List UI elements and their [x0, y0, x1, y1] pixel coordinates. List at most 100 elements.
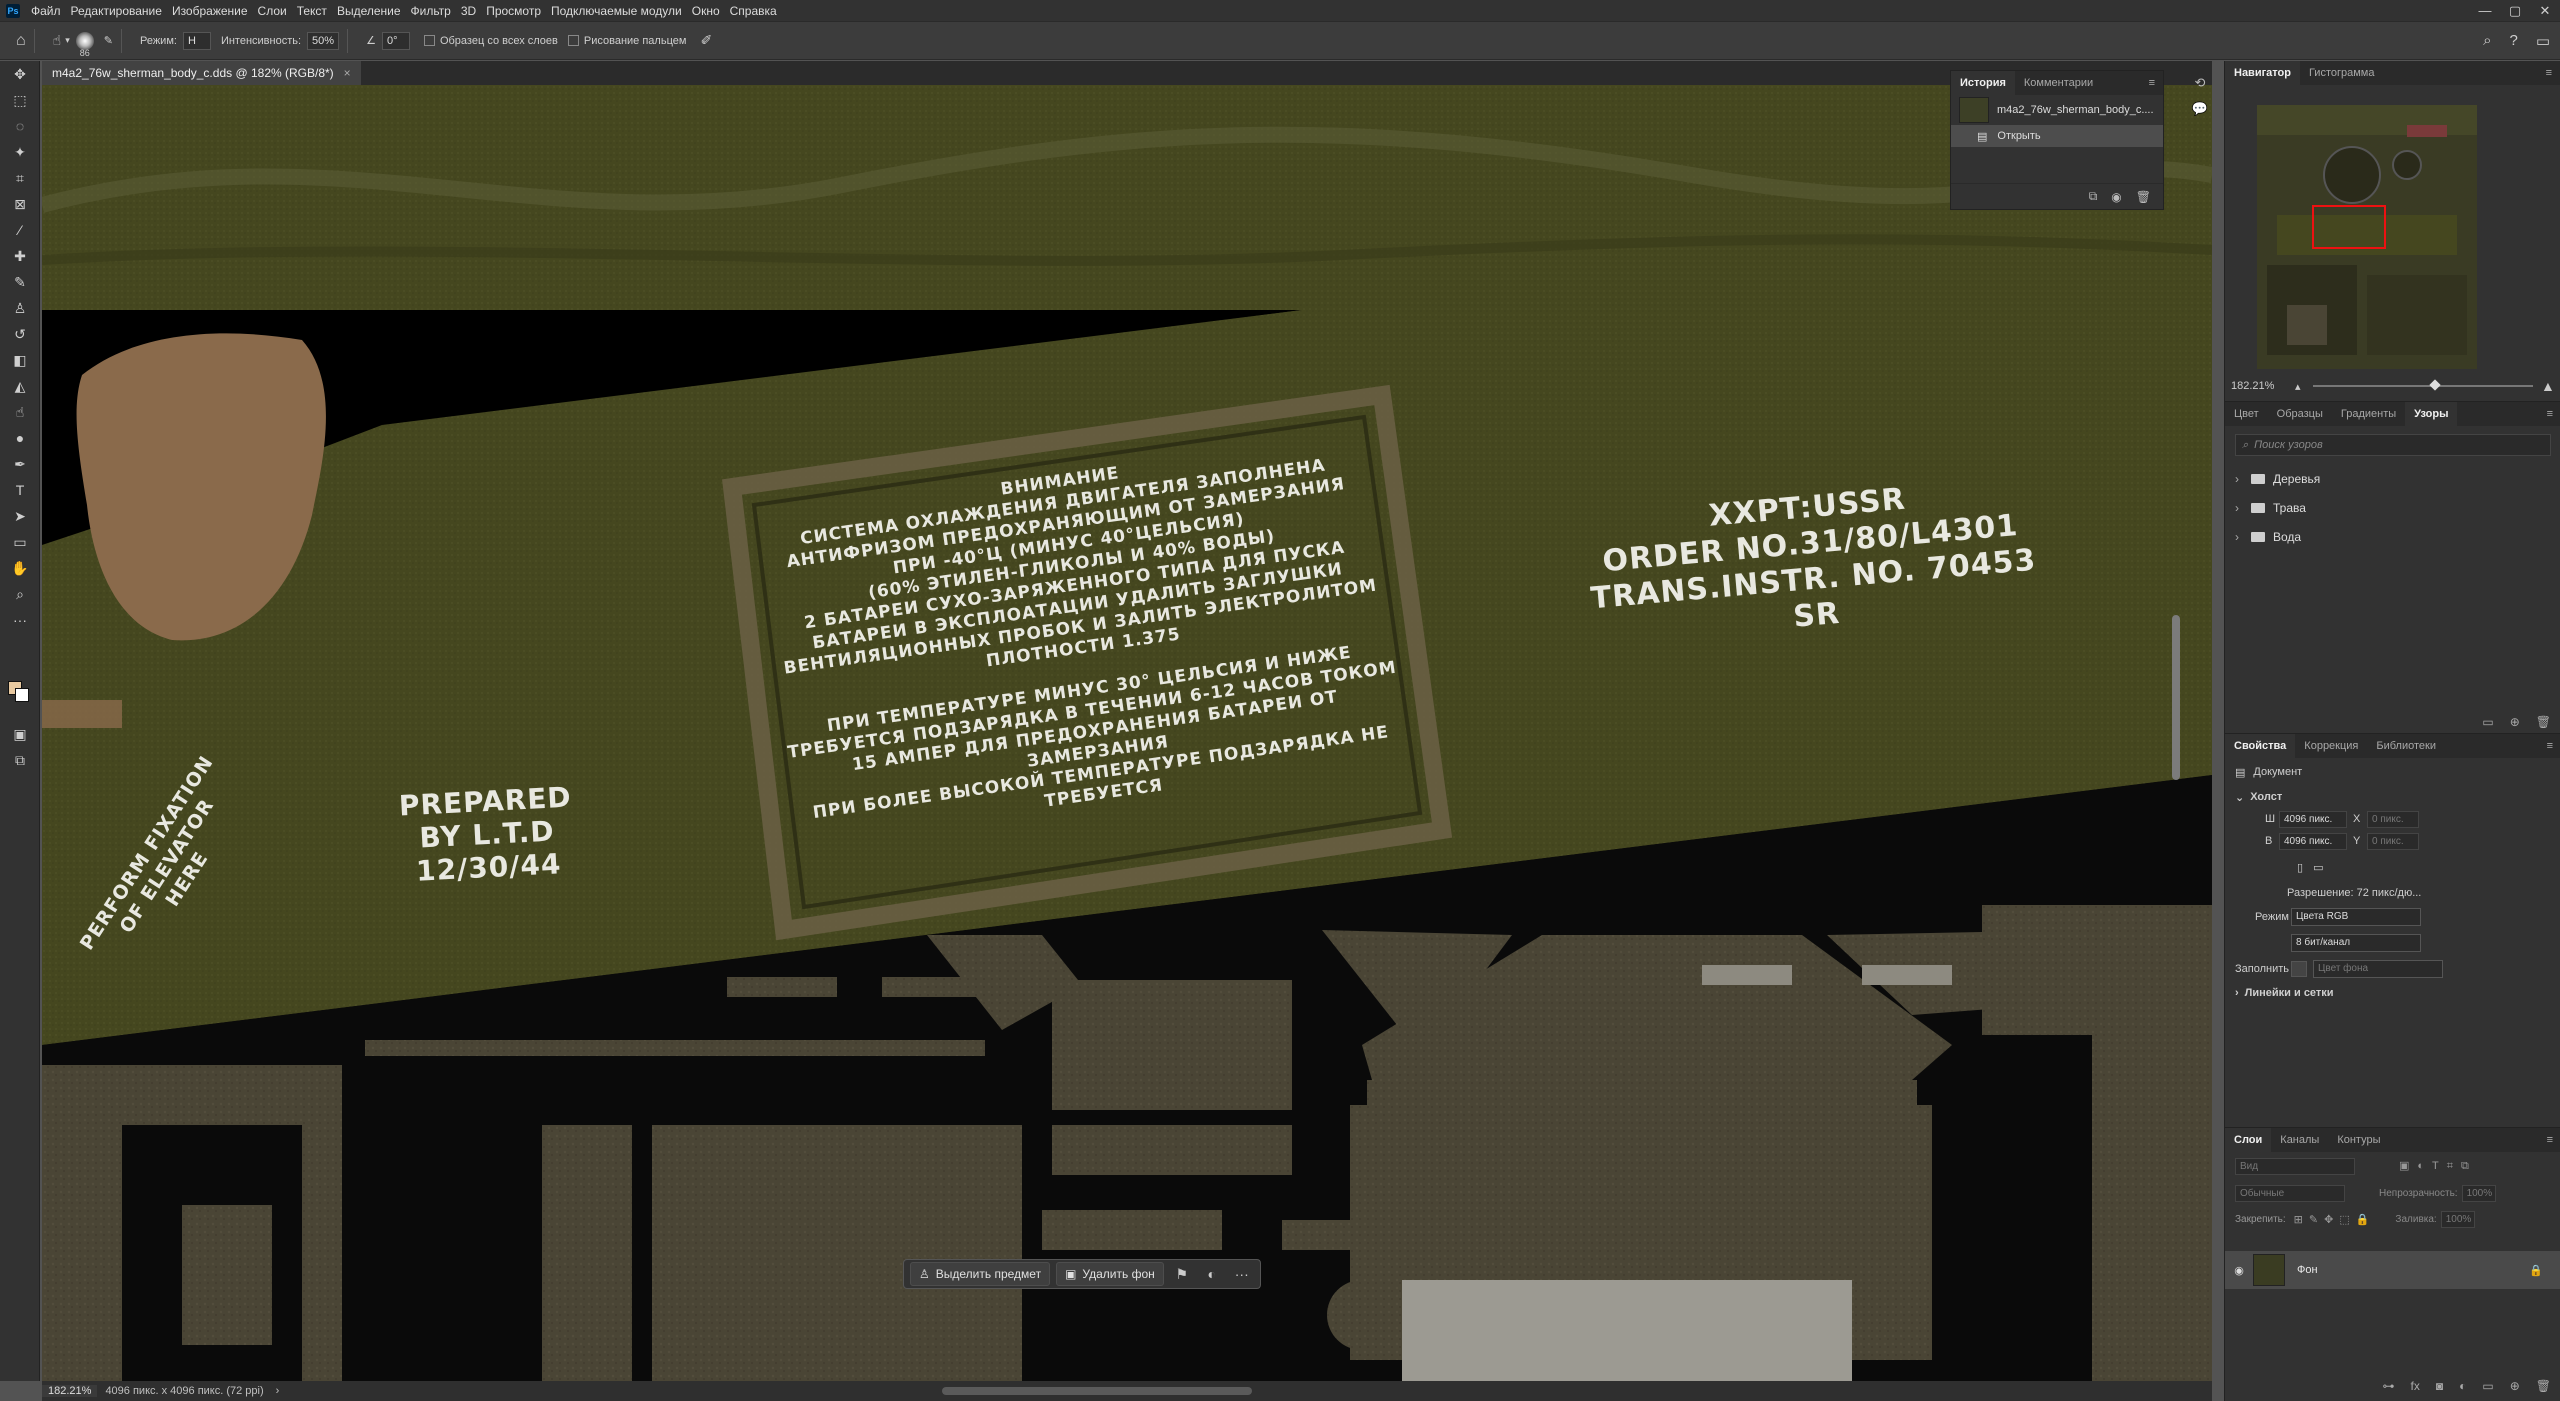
type-tool-icon[interactable]: T — [0, 477, 40, 503]
home-icon[interactable]: ⌂ — [16, 32, 26, 50]
close-icon[interactable]: × — [344, 61, 351, 85]
chevron-right-icon[interactable]: › — [2235, 501, 2247, 515]
document-tab[interactable]: m4a2_76w_sherman_body_c.dds @ 182% (RGB/… — [42, 61, 361, 85]
sample-all-checkbox[interactable] — [423, 35, 435, 46]
comments-panel-icon[interactable]: 💬 — [2188, 96, 2212, 122]
tab-histogram[interactable]: Гистограмма — [2300, 61, 2384, 85]
close-window-button[interactable]: ✕ — [2530, 0, 2560, 22]
pattern-folder-water[interactable]: › Вода — [2225, 522, 2560, 551]
maximize-button[interactable]: ▢ — [2500, 0, 2530, 22]
paint-bucket-tool-icon[interactable]: ◭ — [0, 373, 40, 399]
rectangle-tool-icon[interactable]: ▭ — [0, 529, 40, 555]
trash-icon[interactable]: 🗑 — [2536, 715, 2551, 729]
menu-window[interactable]: Окно — [687, 0, 725, 22]
menu-type[interactable]: Текст — [292, 0, 332, 22]
fx-icon[interactable]: fx — [2411, 1379, 2420, 1393]
history-panel-icon[interactable]: ⟲ — [2188, 70, 2212, 96]
tab-color[interactable]: Цвет — [2225, 402, 2268, 426]
finger-option[interactable]: Рисование пальцем — [567, 35, 686, 47]
crop-tool-icon[interactable]: ⌗ — [0, 165, 40, 191]
navigator-view-box[interactable] — [2312, 205, 2386, 249]
chevron-right-icon[interactable]: › — [2235, 530, 2247, 544]
document-canvas[interactable]: ВНИМАНИЕ СИСТЕМА ОХЛАЖДЕНИЯ ДВИГАТЕЛЯ ЗА… — [42, 85, 2212, 1381]
panel-menu-icon[interactable]: ≡ — [2539, 740, 2560, 752]
new-layer-icon[interactable]: ⊕ — [2510, 1379, 2520, 1393]
layer-background[interactable]: ◉ Фон 🔒 — [2225, 1251, 2560, 1289]
tab-gradients[interactable]: Градиенты — [2332, 402, 2405, 426]
lock-icon[interactable]: 🔒 — [2529, 1264, 2543, 1277]
menu-help[interactable]: Справка — [725, 0, 782, 22]
smudge-tool-icon[interactable]: ☝ — [53, 32, 62, 49]
quick-mask-icon[interactable]: ▣ — [0, 721, 40, 747]
tab-libraries[interactable]: Библиотеки — [2367, 734, 2445, 758]
chevron-right-icon[interactable]: › — [2235, 987, 2239, 999]
eraser-tool-icon[interactable]: ◧ — [0, 347, 40, 373]
panel-menu-icon[interactable]: ≡ — [2141, 77, 2163, 89]
x-field[interactable]: 0 пикс. — [2367, 810, 2419, 828]
chevron-down-icon[interactable]: ⌄ — [2235, 791, 2244, 804]
menu-image[interactable]: Изображение — [167, 0, 253, 22]
tab-layers[interactable]: Слои — [2225, 1128, 2272, 1152]
adjustment-layer-icon[interactable]: ◐ — [2459, 1379, 2466, 1393]
healing-brush-tool-icon[interactable]: ✚ — [0, 243, 40, 269]
brush-tool-icon[interactable]: ✎ — [0, 269, 40, 295]
pattern-folder-grass[interactable]: › Трава — [2225, 493, 2560, 522]
zoom-level[interactable]: 182.21% — [42, 1385, 98, 1397]
menu-layers[interactable]: Слои — [253, 0, 292, 22]
smudge-tool-icon[interactable]: ☝ — [0, 399, 40, 425]
link-icon[interactable]: ⊶ — [2383, 1379, 2395, 1393]
height-field[interactable]: 4096 пикс. — [2279, 832, 2347, 850]
history-step[interactable]: ▤ Открыть — [1951, 125, 2163, 147]
tab-properties[interactable]: Свойства — [2225, 734, 2296, 758]
group-icon[interactable]: ▭ — [2482, 1379, 2493, 1393]
new-pattern-icon[interactable]: ⊕ — [2510, 715, 2520, 729]
zoom-in-icon[interactable]: ▲ — [2541, 378, 2555, 394]
blend-mode-select[interactable]: Обычные — [2235, 1184, 2345, 1202]
marquee-tool-icon[interactable]: ⬚ — [0, 87, 40, 113]
select-subject-button[interactable]: ♙ Выделить предмет — [910, 1262, 1051, 1286]
workspace-icon[interactable]: ▭ — [2536, 32, 2550, 50]
panel-menu-icon[interactable]: ≡ — [2538, 67, 2560, 79]
background-color-swatch[interactable] — [15, 688, 29, 702]
angle-field[interactable]: 0° — [381, 31, 410, 50]
more-tools-icon[interactable]: ··· — [0, 607, 40, 633]
y-field[interactable]: 0 пикс. — [2367, 832, 2419, 850]
rulers-section-header[interactable]: › Линейки и сетки — [2225, 982, 2560, 1004]
status-arrow[interactable]: › — [276, 1385, 280, 1397]
hand-tool-icon[interactable]: ✋ — [0, 555, 40, 581]
eye-icon[interactable]: ◉ — [2225, 1264, 2253, 1277]
sample-all-option[interactable]: Образец со всех слоев — [423, 35, 558, 47]
pen-tool-icon[interactable]: ✒ — [0, 451, 40, 477]
pattern-folder-trees[interactable]: › Деревья — [2225, 464, 2560, 493]
filter-icons[interactable]: ▣◐T⌗⧉ — [2399, 1159, 2477, 1173]
tab-paths[interactable]: Контуры — [2328, 1128, 2389, 1152]
landscape-icon[interactable]: ▭ — [2313, 861, 2323, 874]
mask-icon[interactable]: ◙ — [2436, 1379, 2443, 1393]
new-document-from-state-icon[interactable]: ⧉ — [2089, 189, 2098, 204]
lock-icons[interactable]: ⊞✎✥⬚🔒 — [2294, 1213, 2376, 1226]
menu-view[interactable]: Просмотр — [481, 0, 546, 22]
layer-fill-field[interactable]: 100% — [2440, 1210, 2475, 1228]
menu-file[interactable]: Файл — [26, 0, 66, 22]
tab-channels[interactable]: Каналы — [2271, 1128, 2328, 1152]
layer-kind-filter[interactable]: Вид — [2235, 1157, 2355, 1175]
opacity-field[interactable]: 100% — [2461, 1184, 2496, 1202]
zoom-out-icon[interactable]: ▴ — [2295, 380, 2301, 393]
pressure-icon[interactable]: ✐ — [700, 32, 712, 49]
menu-plugins[interactable]: Подключаемые модули — [546, 0, 687, 22]
tab-comments[interactable]: Комментарии — [2015, 71, 2102, 95]
panel-menu-icon[interactable]: ≡ — [2539, 1134, 2560, 1146]
intensity-field[interactable]: 50% — [307, 31, 340, 50]
magic-wand-tool-icon[interactable]: ✦ — [0, 139, 40, 165]
navigator-zoom-value[interactable]: 182.21% — [2231, 380, 2274, 392]
history-brush-tool-icon[interactable]: ↺ — [0, 321, 40, 347]
more-options-button[interactable]: ··· — [1230, 1266, 1254, 1282]
horizontal-scrollbar[interactable] — [942, 1387, 1252, 1395]
search-icon[interactable]: ⌕ — [2483, 32, 2491, 50]
mode-select[interactable]: Н — [182, 31, 211, 50]
new-group-icon[interactable]: ▭ — [2482, 715, 2493, 729]
dodge-tool-icon[interactable]: ● — [0, 425, 40, 451]
flag-icon[interactable]: ⚑ — [1170, 1266, 1194, 1283]
tab-adjustments[interactable]: Коррекция — [2295, 734, 2367, 758]
fill-swatch[interactable] — [2291, 961, 2307, 977]
